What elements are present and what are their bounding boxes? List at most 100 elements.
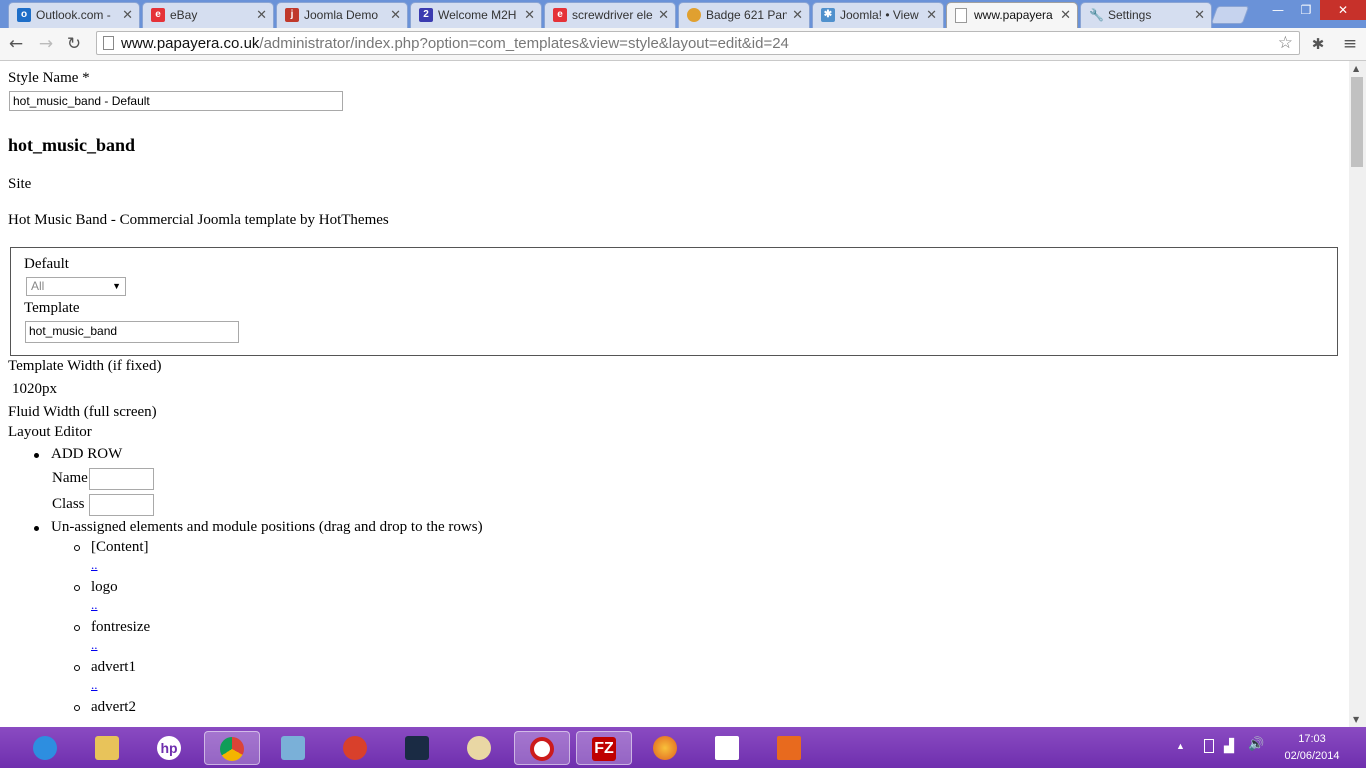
clock-time[interactable]: 17:03 [1284,733,1340,745]
show-hidden-icons-icon[interactable]: ▲ [1176,741,1185,751]
ebay-icon: e [553,8,567,22]
tab-title: Welcome M2H [438,8,517,22]
m2h-icon: 2 [419,8,433,22]
unassigned-label: Un-assigned elements and module position… [51,519,483,535]
position-advert2[interactable]: advert2 [91,699,136,716]
position-content[interactable]: [Content] [91,539,149,556]
tab-m2h[interactable]: 2 Welcome M2H ✕ [410,2,542,28]
position-advert1[interactable]: advert1 [91,659,136,676]
template-heading: hot_music_band [8,135,136,155]
fluid-width-label: Fluid Width (full screen) [8,404,157,420]
volume-icon[interactable]: 🔊 [1248,737,1264,752]
hp-icon[interactable]: hp [152,731,186,765]
scroll-down-icon[interactable]: ▼ [1353,715,1359,724]
tab-badge[interactable]: Badge 621 Pan ✕ [678,2,810,28]
position-link[interactable]: .. [91,557,98,573]
row-name-input[interactable] [89,468,154,490]
close-tab-icon[interactable]: ✕ [524,7,535,23]
tab-strip: o Outlook.com - ✕ e eBay ✕ j Joomla Demo… [0,0,1366,28]
close-window-button[interactable]: ✕ [1320,0,1366,20]
close-tab-icon[interactable]: ✕ [256,7,267,23]
bullet [34,526,39,531]
chrome-icon[interactable] [204,731,260,765]
tab-title: Joomla! • View [840,8,919,22]
tab-title: Badge 621 Pan [706,8,787,22]
tab-outlook[interactable]: o Outlook.com - ✕ [8,2,140,28]
url-text[interactable]: www.papayera.co.uk/administrator/index.p… [121,35,789,52]
page-info-icon[interactable] [103,36,114,50]
add-row-label[interactable]: ADD ROW [51,446,122,463]
template-description: Hot Music Band - Commercial Joomla templ… [8,212,389,228]
tab-title: Settings [1108,8,1152,22]
position-link[interactable]: .. [91,677,98,693]
layout-editor-label: Layout Editor [8,424,92,440]
joomla-demo-icon: j [285,8,299,22]
tab-joomla[interactable]: ✱ Joomla! • View ✕ [812,2,944,28]
reload-icon[interactable]: ↻ [64,34,84,54]
tab-settings[interactable]: 🔧 Settings ✕ [1080,2,1212,28]
back-icon[interactable]: ← [6,34,26,54]
position-link[interactable]: .. [91,637,98,653]
row-class-label: Class [52,496,85,512]
style-name-input[interactable]: hot_music_band - Default [9,91,343,111]
close-tab-icon[interactable]: ✕ [122,7,133,23]
new-tab-button[interactable] [1210,6,1250,24]
ebay-icon: e [151,8,165,22]
apps-icon[interactable] [710,731,744,765]
bullet [34,453,39,458]
office-icon[interactable] [772,731,806,765]
tab-screwdriver[interactable]: e screwdriver ele ✕ [544,2,676,28]
template-label: Template [24,300,80,316]
extension-icon[interactable]: ✱ [1308,34,1328,54]
forward-icon[interactable]: → [36,34,56,54]
position-logo[interactable]: logo [91,579,118,596]
bookmark-star-icon[interactable]: ☆ [1278,33,1293,53]
restore-button[interactable]: ❐ [1292,0,1320,20]
minimize-button[interactable]: — [1264,0,1292,20]
outlook-icon: o [17,8,31,22]
control-panel-icon[interactable] [276,731,310,765]
wrench-icon: 🔧 [1089,8,1104,22]
bullet [74,585,80,591]
bullet [74,665,80,671]
bullet [74,625,80,631]
network-icon[interactable]: ▟ [1224,738,1234,754]
template-input[interactable]: hot_music_band [25,321,239,343]
close-tab-icon[interactable]: ✕ [390,7,401,23]
page-icon [955,8,967,23]
ie-icon[interactable] [28,731,62,765]
opera-icon[interactable] [514,731,570,765]
filezilla-icon[interactable]: FZ [576,731,632,765]
close-tab-icon[interactable]: ✕ [658,7,669,23]
address-bar[interactable]: www.papayera.co.uk/administrator/index.p… [96,31,1300,55]
tab-title: screwdriver ele [572,8,653,22]
default-label: Default [24,256,69,272]
close-tab-icon[interactable]: ✕ [926,7,937,23]
battery-icon[interactable] [1204,739,1214,753]
bullet [74,705,80,711]
close-tab-icon[interactable]: ✕ [792,7,803,23]
row-class-input[interactable] [89,494,154,516]
firefox-icon[interactable] [648,731,682,765]
menu-icon[interactable]: ≡ [1340,34,1360,54]
default-select[interactable]: All ▼ [26,277,126,296]
tab-papayera[interactable]: www.papayera ✕ [946,2,1078,28]
page-content: Style Name * hot_music_band - Default ho… [0,61,1349,727]
app-icon[interactable] [338,731,372,765]
paint-icon[interactable] [462,731,496,765]
vertical-scrollbar[interactable]: ▲ ▼ [1349,61,1366,727]
scrollbar-thumb[interactable] [1351,77,1363,167]
tab-ebay[interactable]: e eBay ✕ [142,2,274,28]
close-tab-icon[interactable]: ✕ [1060,7,1071,23]
fan-icon[interactable] [400,731,434,765]
chevron-down-icon: ▼ [112,281,121,291]
template-width-value[interactable]: 1020px [12,381,57,398]
position-link[interactable]: .. [91,597,98,613]
scroll-up-icon[interactable]: ▲ [1353,64,1359,73]
explorer-icon[interactable] [90,731,124,765]
position-fontresize[interactable]: fontresize [91,619,150,636]
tab-joomla-demo[interactable]: j Joomla Demo ✕ [276,2,408,28]
close-tab-icon[interactable]: ✕ [1194,7,1205,23]
tab-title: Outlook.com - [36,8,111,22]
clock-date[interactable]: 02/06/2014 [1280,750,1344,762]
